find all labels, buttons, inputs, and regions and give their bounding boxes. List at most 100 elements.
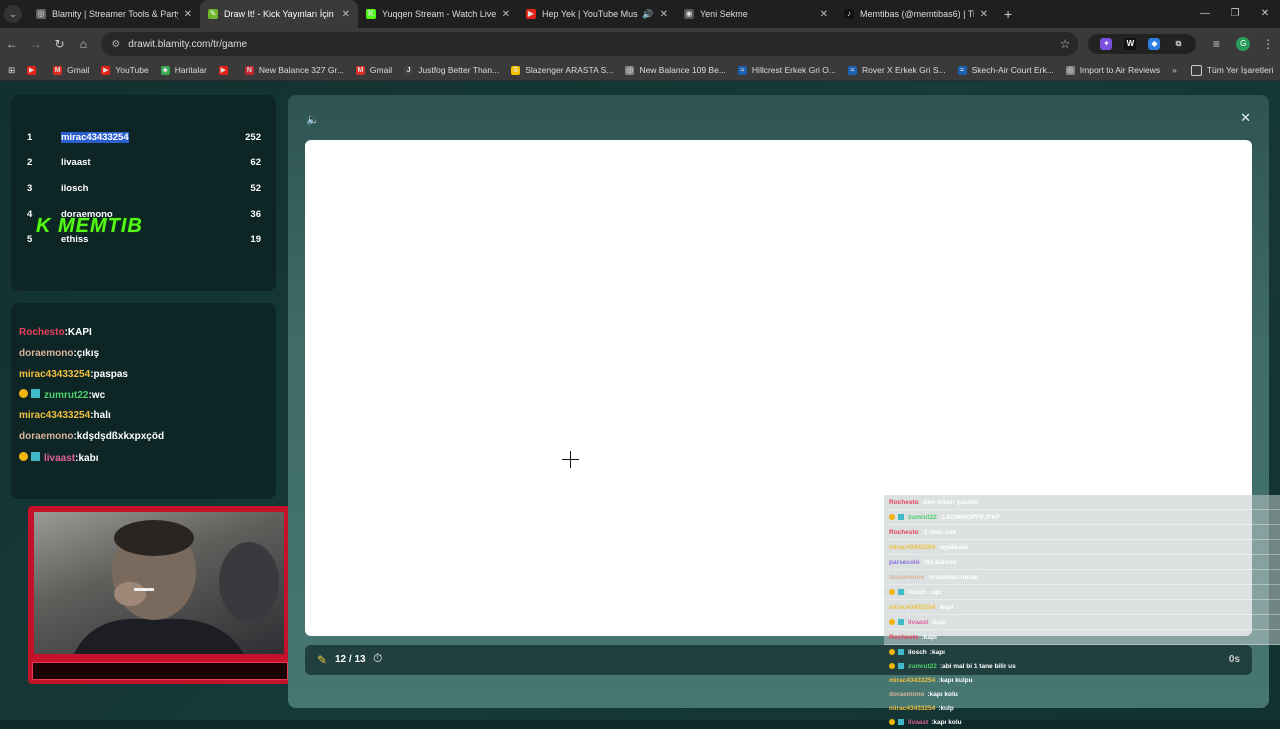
folder-icon	[1190, 64, 1202, 76]
overlay-chat-username: livaast	[908, 618, 929, 626]
bookmark-label: New Balance 327 Gr...	[258, 65, 344, 75]
leaderboard-score: 36	[250, 208, 261, 220]
tab-close-icon[interactable]: ✕	[660, 9, 668, 20]
url-text: drawit.blamity.com/tr/game	[128, 38, 248, 50]
close-game-icon[interactable]: ✕	[1240, 110, 1251, 126]
timer-icon: ⏱	[373, 651, 383, 665]
chat-username: livaast	[44, 452, 76, 464]
tab-audio-icon[interactable]: 🔊	[642, 9, 653, 20]
browser-tab[interactable]: K Yuqqen Stream - Watch Live on ✕	[358, 0, 518, 28]
subscriber-badge-icon	[889, 514, 895, 520]
overlay-chat-text: ben erkeri yazdım	[923, 498, 979, 506]
tab-title: Hep Yek | YouTube Music	[542, 9, 639, 19]
tab-close-icon[interactable]: ✕	[184, 9, 192, 20]
bookmark-item[interactable]: ◎ Import to Air Reviews	[1065, 65, 1161, 75]
overlay-chat-text: kulp	[940, 704, 954, 712]
bookmark-item[interactable]: ◎ New Balance 109 Be...	[625, 65, 726, 75]
close-window-button[interactable]: ✕	[1250, 0, 1280, 28]
reload-button[interactable]: ↻	[48, 37, 72, 51]
tab-search-button[interactable]: ⌄	[4, 5, 22, 23]
back-button[interactable]: ←	[0, 37, 24, 51]
bookmark-star-icon[interactable]: ☆	[1060, 37, 1071, 51]
overlay-chat-username: parsecolo	[889, 558, 920, 566]
new-tab-button[interactable]: +	[1004, 6, 1012, 22]
webcam-name-bar	[32, 662, 288, 680]
bookmark-item[interactable]: ▶	[27, 65, 41, 75]
tab-close-icon[interactable]: ✕	[342, 9, 350, 20]
bookmark-item[interactable]: N New Balance 327 Gr...	[244, 65, 344, 75]
extension-w-icon[interactable]: W	[1124, 38, 1137, 50]
more-bookmarks-button[interactable]: »	[1172, 65, 1177, 75]
chat-text: wc	[91, 390, 106, 402]
profile-avatar[interactable]: G	[1236, 37, 1251, 51]
menu-icon[interactable]: ⋮	[1256, 37, 1280, 51]
apps-grid-icon[interactable]: ⊞	[8, 65, 15, 76]
tab-close-icon[interactable]: ✕	[502, 9, 510, 20]
bookmark-item[interactable]: S Slazenger ARASTA S...	[511, 65, 613, 75]
bookmark-item[interactable]: ▶	[218, 65, 233, 75]
tab-title: Yuqqen Stream - Watch Live on	[382, 9, 496, 19]
extensions-puzzle-icon[interactable]: ⧉	[1172, 38, 1184, 50]
tab-close-icon[interactable]: ✕	[980, 9, 988, 20]
restore-button[interactable]: ❐	[1220, 0, 1250, 28]
chat-message: livaast:kabı	[19, 451, 99, 464]
overlay-chat-message: livaast: kapı	[884, 615, 1280, 630]
gift-badge-icon	[898, 514, 904, 520]
bookmark-item[interactable]: M Gmail	[53, 65, 89, 75]
tab-favicon-icon: ◉	[684, 9, 694, 19]
tab-favicon-icon: ✎	[208, 9, 218, 19]
toolbar: ← → ↻ ⌂ ⚙ drawit.blamity.com/tr/game ☆ ✦…	[0, 28, 1280, 60]
leaderboard-name: mirac43433254	[61, 131, 129, 143]
subscriber-badge-icon	[889, 663, 895, 669]
bookmark-item[interactable]: ≈ Skech-Air Court Erk...	[957, 65, 1054, 75]
browser-tab[interactable]: ◉ Yeni Sekme ✕	[676, 0, 836, 28]
chat-message: doraemono:çıkış	[19, 348, 99, 359]
bookmark-item[interactable]: ▶ YouTube	[101, 65, 149, 75]
leaderboard-score: 62	[250, 157, 261, 169]
address-bar[interactable]: ⚙ drawit.blamity.com/tr/game ☆	[101, 32, 1079, 56]
tab-favicon-icon: ▶	[526, 9, 536, 19]
bookmark-label: Import to Air Reviews	[1079, 65, 1161, 75]
browser-tab[interactable]: ♪ Memtibas (@memtibas6) | TikTok ✕	[836, 0, 996, 28]
bookmark-favicon-icon: J	[404, 65, 414, 75]
extension-shield-icon[interactable]: ◆	[1148, 38, 1161, 50]
bookmark-item[interactable]: J Justfog Better Than...	[404, 65, 499, 75]
browser-tab[interactable]: ◎ Blamity | Streamer Tools & Party ✕	[28, 0, 200, 28]
home-button[interactable]: ⌂	[71, 37, 95, 51]
chat-text: çıkış	[76, 347, 100, 359]
overlay-chat-text: kapı	[933, 618, 947, 626]
overlay-chat-username: doraemono	[889, 690, 925, 698]
browser-tab[interactable]: ✎ Draw It! - Kick Yayınları İçin Çizim ✕	[200, 0, 358, 28]
bookmark-item[interactable]: ≈ Rover X Erkek Gri S...	[847, 65, 946, 75]
overlay-chat-message: mirac43433254: kapı	[884, 600, 1280, 615]
gift-badge-icon	[31, 389, 40, 399]
overlay-chat-message: doraemono: kapı kolu	[884, 687, 1280, 701]
extension-icon[interactable]: ✦	[1100, 38, 1113, 50]
bookmark-favicon-icon: M	[355, 65, 365, 75]
bookmark-item[interactable]: M Gmail	[355, 65, 392, 75]
bookmark-favicon-icon: N	[244, 65, 254, 75]
leaderboard-name-cell: ilosch	[61, 183, 231, 194]
site-info-icon[interactable]: ⚙	[111, 39, 120, 50]
overlay-chat-message: ilosch: apı	[884, 585, 1280, 600]
reading-list-icon[interactable]: ≡	[1204, 37, 1228, 51]
overlay-chat-message: mirac43433254: kulp	[884, 701, 1280, 715]
sound-toggle-icon[interactable]: 🔈	[306, 113, 320, 126]
all-bookmarks-folder[interactable]: Tüm Yer İşaretleri	[1190, 64, 1273, 76]
browser-tab[interactable]: ▶ Hep Yek | YouTube Music 🔊 ✕	[518, 0, 676, 28]
bookmark-item[interactable]: ≈ Hillcrest Erkek Gri O...	[737, 65, 836, 75]
stream-chat-overlay: Rochesto: ben erkeri yazdım zumrut22: LAO…	[884, 495, 1280, 726]
tab-title: Draw It! - Kick Yayınları İçin Çizim	[224, 9, 336, 19]
bookmarks-bar: ⊞ ▶ M Gmail ▶ YouTube ◆ Haritalar ▶ N New Balance…	[0, 60, 1280, 81]
chat-message: Rochesto:KAPI	[19, 327, 92, 338]
bookmark-label: Gmail	[67, 65, 90, 75]
leaderboard-name: livaast	[61, 157, 91, 169]
overlay-chat-text: 2 oldu bak	[923, 528, 956, 536]
bookmark-item[interactable]: ◆ Haritalar	[160, 65, 207, 75]
tab-close-icon[interactable]: ✕	[820, 9, 828, 20]
minimize-button[interactable]: —	[1190, 0, 1220, 28]
forward-button[interactable]: →	[24, 37, 48, 51]
round-counter: 12 / 13	[335, 654, 366, 665]
overlay-chat-username: doraemono	[889, 573, 925, 581]
tab-favicon-icon: ◎	[36, 9, 46, 19]
